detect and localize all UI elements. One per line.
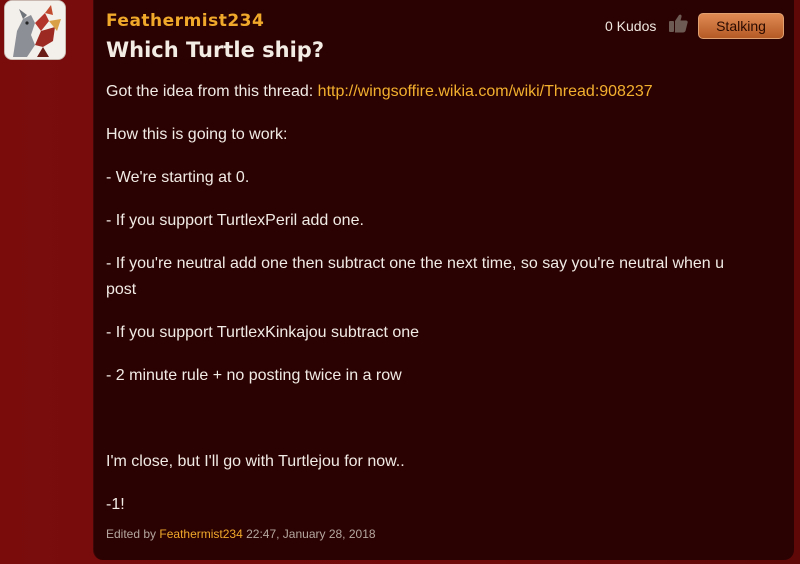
- forum-post: Feathermist234 Which Turtle ship? 0 Kudo…: [93, 0, 794, 560]
- rule-3: - If you're neutral add one then subtrac…: [106, 251, 776, 303]
- post-line-how: How this is going to work:: [106, 126, 288, 143]
- source-prefix: Got the idea from this thread:: [106, 83, 318, 100]
- edited-user-link[interactable]: Feathermist234: [159, 527, 242, 541]
- rule-3-line-a: - If you're neutral add one then subtrac…: [106, 255, 725, 272]
- rule-5: - 2 minute rule + no posting twice in a …: [106, 367, 402, 384]
- thumbs-up-icon[interactable]: [667, 12, 689, 34]
- post-username[interactable]: Feathermist234: [106, 11, 264, 31]
- kudos-count: 0 Kudos: [605, 18, 657, 34]
- post-line-source: Got the idea from this thread: http://wi…: [106, 79, 776, 105]
- post-title: Which Turtle ship?: [106, 38, 324, 62]
- user-avatar[interactable]: [4, 0, 66, 60]
- thread-link[interactable]: http://wingsoffire.wikia.com/wiki/Thread…: [318, 83, 653, 100]
- edited-prefix: Edited by: [106, 527, 157, 541]
- rule-4: - If you support TurtlexKinkajou subtrac…: [106, 324, 420, 341]
- rule-2: - If you support TurtlexPeril add one.: [106, 212, 364, 229]
- dragon-avatar-icon: [5, 1, 65, 59]
- edited-time: 22:47, January 28, 2018: [246, 527, 376, 541]
- count-text: -1!: [106, 496, 125, 513]
- rule-1: - We're starting at 0.: [106, 169, 250, 186]
- rule-3-line-b: post: [106, 281, 137, 298]
- edited-info: Edited by Feathermist234 22:47, January …: [106, 527, 376, 541]
- stalking-button[interactable]: Stalking: [698, 13, 784, 39]
- reply-text: I'm close, but I'll go with Turtlejou fo…: [106, 453, 405, 470]
- post-body: Got the idea from this thread: http://wi…: [106, 79, 776, 518]
